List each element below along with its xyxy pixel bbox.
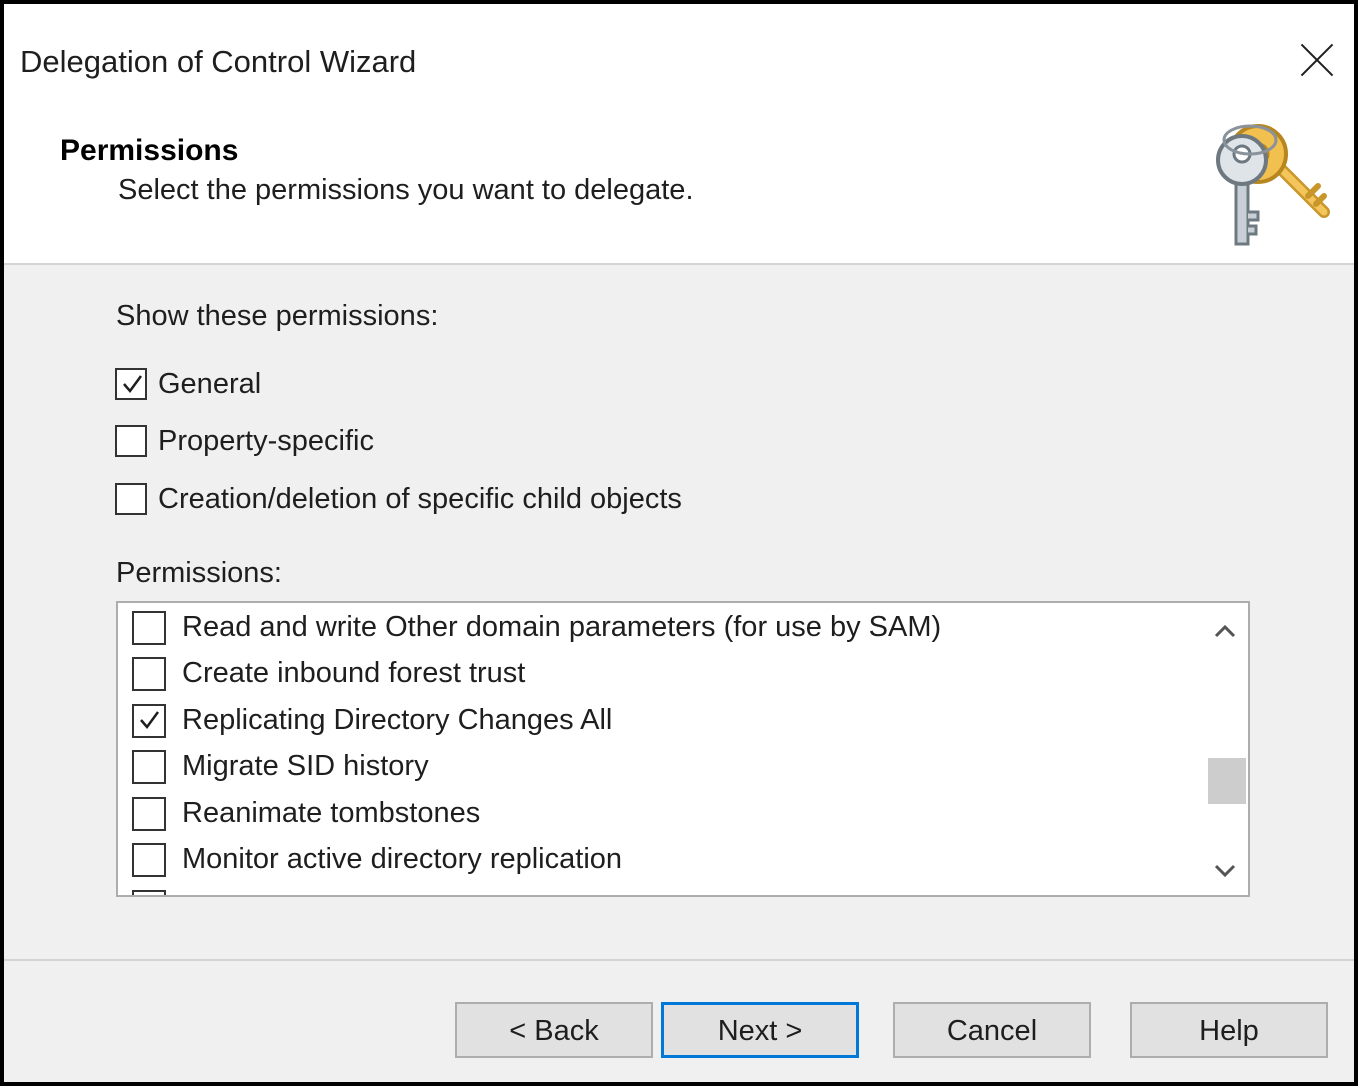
close-icon[interactable]	[1296, 40, 1338, 82]
back-button[interactable]: < Back	[455, 1002, 653, 1058]
wizard-header: Delegation of Control Wizard Permissions…	[4, 4, 1354, 265]
child-objects-label: Creation/deletion of specific child obje…	[158, 483, 682, 515]
permission-checkbox	[132, 890, 166, 895]
permission-label: Read and write Other domain parameters (…	[182, 611, 942, 643]
permission-checkbox[interactable]	[132, 797, 166, 831]
permission-label: Create inbound forest trust	[182, 657, 526, 689]
wizard-dialog: Delegation of Control Wizard Permissions…	[4, 4, 1354, 1082]
child-objects-checkbox[interactable]	[115, 483, 147, 515]
show-permissions-label: Show these permissions:	[116, 300, 439, 332]
page-subtitle: Select the permissions you want to deleg…	[118, 174, 694, 206]
permission-label: Migrate SID history	[182, 750, 429, 782]
cancel-button[interactable]: Cancel	[893, 1002, 1091, 1058]
permission-checkbox[interactable]	[132, 657, 166, 691]
general-label: General	[158, 368, 262, 400]
permission-checkbox[interactable]	[132, 843, 166, 877]
general-checkbox[interactable]	[115, 368, 147, 400]
chevron-down-icon[interactable]	[1210, 855, 1240, 885]
permission-checkbox[interactable]	[132, 704, 166, 738]
checkmark-icon	[123, 375, 143, 394]
property-specific-checkbox[interactable]	[115, 425, 147, 457]
permission-label: Reanimate tombstones	[182, 797, 481, 829]
permission-checkbox[interactable]	[132, 750, 166, 784]
property-specific-label: Property-specific	[158, 425, 374, 457]
chevron-up-icon[interactable]	[1210, 617, 1240, 647]
permission-label: Monitor active directory replication	[182, 843, 623, 875]
permission-checkbox[interactable]	[132, 611, 166, 645]
permissions-listbox[interactable]: Read and write Other domain parameters (…	[116, 601, 1250, 897]
footer-divider	[4, 959, 1354, 961]
vertical-scrollbar[interactable]	[1202, 603, 1248, 895]
scrollbar-thumb[interactable]	[1208, 758, 1246, 804]
next-button[interactable]: Next >	[661, 1002, 859, 1058]
page-title: Permissions	[60, 134, 239, 167]
permission-label: Replicating Directory Changes All	[182, 704, 613, 736]
keys-icon	[1216, 124, 1330, 246]
help-button[interactable]: Help	[1130, 1002, 1328, 1058]
permissions-list-label: Permissions:	[116, 557, 282, 589]
checkmark-icon	[140, 711, 160, 730]
window-title: Delegation of Control Wizard	[20, 44, 417, 79]
